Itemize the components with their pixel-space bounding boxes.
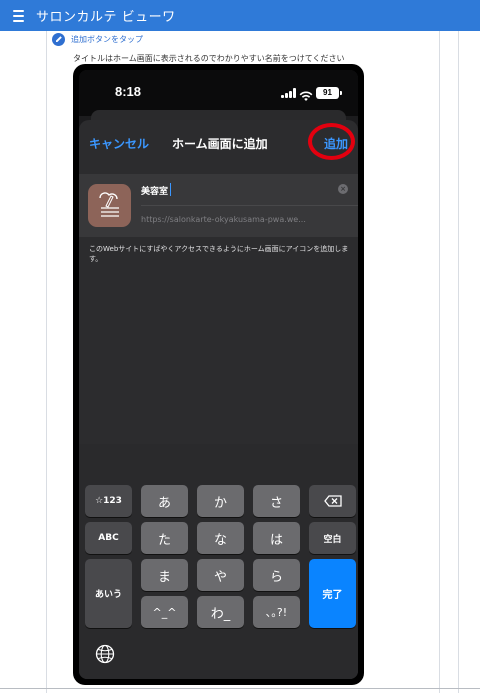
entry-divider <box>141 205 358 206</box>
sheet-description: このWebサイトにすばやくアクセスできるようにホーム画面にアイコンを追加します。 <box>89 245 349 263</box>
status-time: 8:18 <box>115 84 142 99</box>
key-na[interactable]: な <box>197 522 244 554</box>
done-key[interactable]: 完了 <box>309 559 356 628</box>
backspace-key[interactable] <box>309 485 356 517</box>
content-border-left <box>46 31 47 693</box>
key-numbers[interactable]: ☆123 <box>85 485 132 517</box>
step-caption: タイトルはホーム画面に表示されるのでわかりやすい名前をつけてください <box>73 54 345 63</box>
space-key[interactable]: 空白 <box>309 522 356 554</box>
highlight-circle <box>308 123 355 160</box>
wifi-icon <box>299 87 313 101</box>
backspace-icon <box>323 495 342 507</box>
bookmark-entry: 美容室 × https://salonkarte-okyakusama-pwa.… <box>79 174 358 237</box>
key-sa[interactable]: さ <box>253 485 300 517</box>
key-kana[interactable]: あいう <box>85 559 132 628</box>
cellular-signal-icon <box>281 88 297 98</box>
globe-icon[interactable] <box>95 644 115 664</box>
url-text: https://salonkarte-okyakusama-pwa.we... <box>141 215 306 224</box>
sheet-nav-bar: キャンセル ホーム画面に追加 追加 <box>79 120 358 162</box>
text-cursor <box>170 183 171 196</box>
step-item: 追加ボタンをタップ <box>52 32 143 46</box>
cancel-button[interactable]: キャンセル <box>89 135 149 152</box>
content-border-right <box>439 31 440 693</box>
key-ma[interactable]: ま <box>141 559 188 591</box>
key-abc[interactable]: ABC <box>85 522 132 554</box>
sheet-title: ホーム画面に追加 <box>172 137 268 151</box>
japanese-keyboard: ☆123 あ か さ ABC た な は 空白 あいう ま や ら 完了 ^_^… <box>79 444 358 679</box>
key-ra[interactable]: ら <box>253 559 300 591</box>
key-a[interactable]: あ <box>141 485 188 517</box>
key-wa[interactable]: わ_ <box>197 596 244 628</box>
page-border-right <box>458 31 459 693</box>
bottom-divider <box>0 688 480 689</box>
key-emoticon[interactable]: ^_^ <box>141 596 188 628</box>
key-punctuation[interactable]: ､｡?! <box>253 596 300 628</box>
key-ka[interactable]: か <box>197 485 244 517</box>
phone-screen: 8:18 91 キャンセル ホーム画面に追加 追加 美容室 × https://… <box>79 70 358 679</box>
menu-icon[interactable] <box>8 6 28 26</box>
phone-screenshot: 8:18 91 キャンセル ホーム画面に追加 追加 美容室 × https://… <box>73 64 364 685</box>
key-ta[interactable]: た <box>141 522 188 554</box>
app-title: サロンカルテ ビューワ <box>36 10 176 25</box>
battery-indicator: 91 <box>316 87 342 99</box>
app-bar: サロンカルテ ビューワ <box>0 0 480 31</box>
clear-icon[interactable]: × <box>338 184 348 194</box>
step-label: 追加ボタンをタップ <box>71 34 143 44</box>
key-ya[interactable]: や <box>197 559 244 591</box>
pencil-icon <box>52 32 65 46</box>
key-ha[interactable]: は <box>253 522 300 554</box>
salon-app-icon <box>88 184 131 227</box>
name-input[interactable]: 美容室 <box>141 184 168 197</box>
